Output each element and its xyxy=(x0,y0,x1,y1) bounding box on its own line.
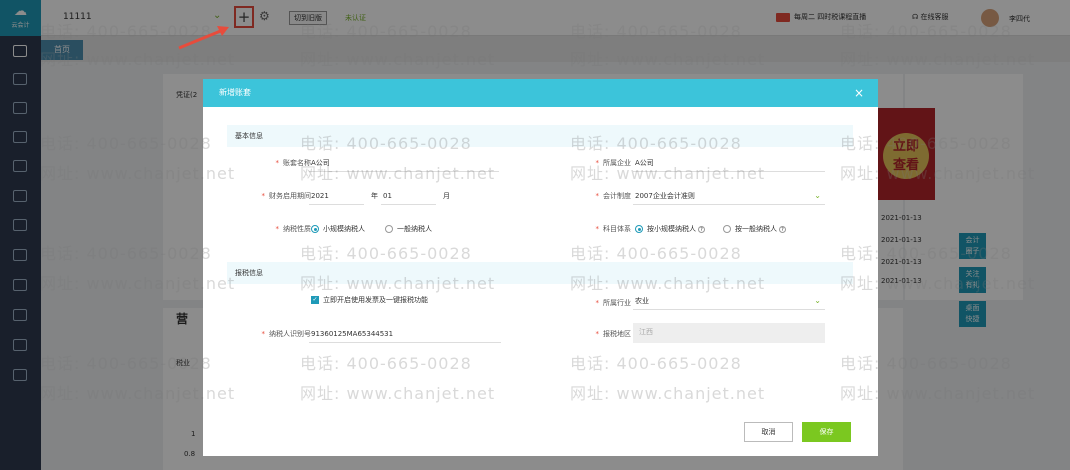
watermark-site: 网址: www.chanjet.net xyxy=(840,164,1036,183)
year-input[interactable]: 2021 xyxy=(309,187,364,205)
radio-checked-icon xyxy=(635,225,643,233)
watermark-phone: 电话: 400-665-0028 xyxy=(300,22,472,41)
tax-id-input[interactable]: 91360125MA65344531 xyxy=(309,325,501,343)
dialog-title: 新增账套 xyxy=(219,88,251,97)
radio-general-taxpayer[interactable]: 一般纳税人 xyxy=(385,223,432,235)
watermark-phone: 电话: 400-665-0028 xyxy=(570,354,742,373)
subject-label: * 科目体系 xyxy=(595,225,632,233)
industry-value: 农业 xyxy=(635,297,649,305)
invoice-checkbox-label: 立即开启使用发票及一键报税功能 xyxy=(323,296,428,304)
standard-value: 2007企业会计准则 xyxy=(635,192,695,200)
help-icon[interactable]: ? xyxy=(698,225,705,233)
watermark-phone: 电话: 400-665-0028 xyxy=(570,134,742,153)
radio-unchecked-icon xyxy=(385,225,393,233)
watermark-site: 网址: www.chanjet.net xyxy=(840,384,1036,403)
tax-region-input: 江西 xyxy=(633,323,825,343)
radio-small-taxpayer[interactable]: 小规模纳税人 xyxy=(311,223,365,235)
watermark-site: 网址: www.chanjet.net xyxy=(300,50,496,69)
period-label: * 财务启用期间 xyxy=(261,192,312,200)
standard-label-text: 会计制度 xyxy=(603,192,631,200)
radio-label: 按一般纳税人 xyxy=(735,225,777,233)
watermark-phone: 电话: 400-665-0028 xyxy=(570,244,742,263)
watermark-phone: 电话: 400-665-0028 xyxy=(300,354,472,373)
tax-id-label: * 纳税人识别号 xyxy=(261,330,312,338)
region-label-text: 报税地区 xyxy=(603,330,631,338)
watermark-site: 网址: www.chanjet.net xyxy=(40,384,236,403)
month-unit: 月 xyxy=(443,192,450,200)
standard-label: * 会计制度 xyxy=(595,192,632,200)
radio-checked-icon xyxy=(311,225,319,233)
radio-subject-small[interactable]: 按小规模纳税人? xyxy=(635,223,705,235)
month-input[interactable]: 01 xyxy=(381,187,436,205)
period-label-text: 财务启用期间 xyxy=(269,192,311,200)
accounting-standard-select[interactable]: 2007企业会计准则 ⌄ xyxy=(633,187,825,205)
invoice-checkbox[interactable]: ✓ 立即开启使用发票及一键报税功能 xyxy=(311,294,428,306)
taxpayer-label-text: 纳税性质 xyxy=(283,225,311,233)
watermark-phone: 电话: 400-665-0028 xyxy=(840,134,1012,153)
watermark-site: 网址: www.chanjet.net xyxy=(570,274,766,293)
radio-unchecked-icon xyxy=(723,225,731,233)
dialog-header: 新增账套 × xyxy=(203,79,878,107)
watermark-phone: 电话: 400-665-0028 xyxy=(840,22,1012,41)
watermark-phone: 电话: 400-665-0028 xyxy=(300,244,472,263)
watermark-site: 网址: www.chanjet.net xyxy=(570,164,766,183)
watermark-site: 网址: www.chanjet.net xyxy=(570,50,766,69)
watermark-phone: 电话: 400-665-0028 xyxy=(300,134,472,153)
tax-id-label-text: 纳税人识别号 xyxy=(269,330,311,338)
watermark-phone: 电话: 400-665-0028 xyxy=(40,134,212,153)
region-label: * 报税地区 xyxy=(595,330,632,338)
chevron-down-icon: ⌄ xyxy=(814,296,821,305)
watermark-phone: 电话: 400-665-0028 xyxy=(40,244,212,263)
watermark-site: 网址: www.chanjet.net xyxy=(40,274,236,293)
industry-label: * 所属行业 xyxy=(595,299,632,307)
watermark-phone: 电话: 400-665-0028 xyxy=(570,22,742,41)
radio-label: 小规模纳税人 xyxy=(323,225,365,233)
annotation-arrow-icon xyxy=(178,26,229,50)
help-icon[interactable]: ? xyxy=(779,225,786,233)
industry-label-text: 所属行业 xyxy=(603,299,631,307)
watermark-site: 网址: www.chanjet.net xyxy=(300,384,496,403)
watermark-phone: 电话: 400-665-0028 xyxy=(840,244,1012,263)
watermark-site: 网址: www.chanjet.net xyxy=(570,384,766,403)
radio-label: 按小规模纳税人 xyxy=(647,225,696,233)
watermark-site: 网址: www.chanjet.net xyxy=(300,164,496,183)
watermark-site: 网址: www.chanjet.net xyxy=(840,50,1036,69)
subject-label-text: 科目体系 xyxy=(603,225,631,233)
watermark-site: 网址: www.chanjet.net xyxy=(40,164,236,183)
book-name-label: * 账套名称 xyxy=(275,159,312,167)
check-icon: ✓ xyxy=(311,296,319,304)
cancel-button[interactable]: 取消 xyxy=(744,422,793,442)
taxpayer-label: * 纳税性质 xyxy=(275,225,312,233)
watermark-site: 网址: www.chanjet.net xyxy=(300,274,496,293)
radio-subject-general[interactable]: 按一般纳税人? xyxy=(723,223,786,235)
watermark-phone: 电话: 400-665-0028 xyxy=(40,354,212,373)
year-unit: 年 xyxy=(371,192,378,200)
industry-select[interactable]: 农业 ⌄ xyxy=(633,292,825,310)
watermark-site: 网址: www.chanjet.net xyxy=(840,274,1036,293)
radio-label: 一般纳税人 xyxy=(397,225,432,233)
chevron-down-icon: ⌄ xyxy=(814,191,821,200)
save-button[interactable]: 保存 xyxy=(802,422,851,442)
close-icon[interactable]: × xyxy=(854,79,864,107)
watermark-phone: 电话: 400-665-0028 xyxy=(840,354,1012,373)
